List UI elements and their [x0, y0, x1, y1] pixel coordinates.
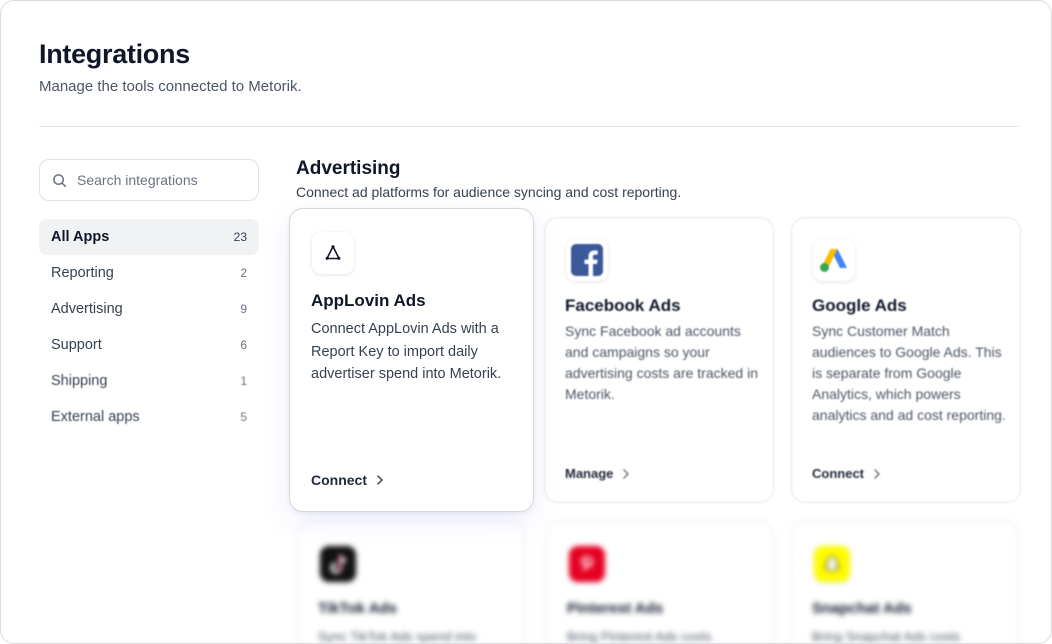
- nav-item-shipping[interactable]: Shipping 1: [39, 363, 259, 399]
- snapchat-logo-icon: [814, 546, 850, 582]
- nav-item-count: 9: [240, 302, 247, 316]
- nav-item-label: Reporting: [51, 265, 114, 281]
- section-title: Advertising: [296, 158, 401, 179]
- nav-item-label: External apps: [51, 409, 140, 425]
- nav-item-advertising[interactable]: Advertising 9: [39, 291, 259, 327]
- card-title: Snapchat Ads: [812, 600, 912, 617]
- category-nav: All Apps 23 Reporting 2 Advertising 9 Su…: [39, 219, 259, 435]
- applovin-logo-icon: [312, 232, 354, 274]
- search-box[interactable]: [39, 159, 259, 201]
- card-description: Bring Snapchat Ads costs: [812, 629, 961, 644]
- google-ads-logo-icon: [813, 239, 855, 281]
- card-title: AppLovin Ads: [311, 291, 426, 310]
- nav-item-count: 1: [240, 374, 247, 388]
- nav-item-label: Advertising: [51, 301, 123, 317]
- integrations-window: Integrations Manage the tools connected …: [0, 0, 1052, 644]
- nav-item-reporting[interactable]: Reporting 2: [39, 255, 259, 291]
- integration-card-applovin[interactable]: AppLovin Ads Connect AppLovin Ads with a…: [289, 208, 534, 512]
- page-title: Integrations: [39, 39, 190, 69]
- integration-card-google-ads[interactable]: Google Ads Sync Customer Match audiences…: [791, 217, 1021, 503]
- integration-card-tiktok[interactable]: TikTok Ads Sync TikTok Ads spend into: [297, 521, 525, 644]
- nav-item-label: Support: [51, 337, 102, 353]
- chevron-right-icon: [874, 468, 880, 479]
- nav-item-label: Shipping: [51, 373, 108, 389]
- nav-item-count: 23: [233, 230, 247, 244]
- nav-item-count: 6: [240, 338, 247, 352]
- card-description: Sync Customer Match audiences to Google …: [812, 323, 1006, 423]
- action-label: Manage: [565, 466, 614, 481]
- card-description: Sync TikTok Ads spend into: [318, 629, 477, 644]
- search-icon: [53, 173, 67, 187]
- card-description: Connect AppLovin Ads with a Report Key t…: [311, 321, 502, 382]
- nav-item-count: 2: [240, 266, 247, 280]
- integration-card-facebook[interactable]: Facebook Ads Sync Facebook ad accounts a…: [544, 217, 774, 503]
- pinterest-logo-icon: [569, 546, 605, 582]
- nav-item-all-apps[interactable]: All Apps 23: [39, 219, 259, 255]
- chevron-right-icon: [377, 475, 383, 485]
- connect-button[interactable]: Connect: [812, 466, 882, 481]
- header-divider: [39, 126, 1019, 127]
- tiktok-logo-icon: [320, 546, 356, 582]
- card-title: Pinterest Ads: [567, 600, 664, 617]
- integration-card-snapchat[interactable]: Snapchat Ads Bring Snapchat Ads costs: [791, 521, 1019, 644]
- card-title: TikTok Ads: [318, 600, 397, 617]
- integration-card-pinterest[interactable]: Pinterest Ads Bring Pinterest Ads costs: [546, 521, 774, 644]
- action-label: Connect: [812, 466, 864, 481]
- nav-item-external-apps[interactable]: External apps 5: [39, 399, 259, 435]
- action-label: Connect: [311, 472, 367, 488]
- search-input[interactable]: [77, 172, 247, 188]
- connect-button[interactable]: Connect: [311, 472, 385, 488]
- card-description: Sync Facebook ad accounts and campaigns …: [565, 323, 758, 402]
- chevron-right-icon: [623, 468, 630, 479]
- nav-item-support[interactable]: Support 6: [39, 327, 259, 363]
- facebook-logo-icon: [566, 239, 608, 281]
- card-title: Facebook Ads: [565, 296, 681, 315]
- nav-item-count: 5: [240, 410, 247, 424]
- section-subtitle: Connect ad platforms for audience syncin…: [296, 184, 682, 200]
- page-subtitle: Manage the tools connected to Metorik.: [39, 78, 302, 95]
- nav-item-label: All Apps: [51, 229, 110, 245]
- card-description: Bring Pinterest Ads costs: [567, 629, 712, 644]
- card-title: Google Ads: [812, 296, 907, 315]
- manage-button[interactable]: Manage: [565, 466, 631, 481]
